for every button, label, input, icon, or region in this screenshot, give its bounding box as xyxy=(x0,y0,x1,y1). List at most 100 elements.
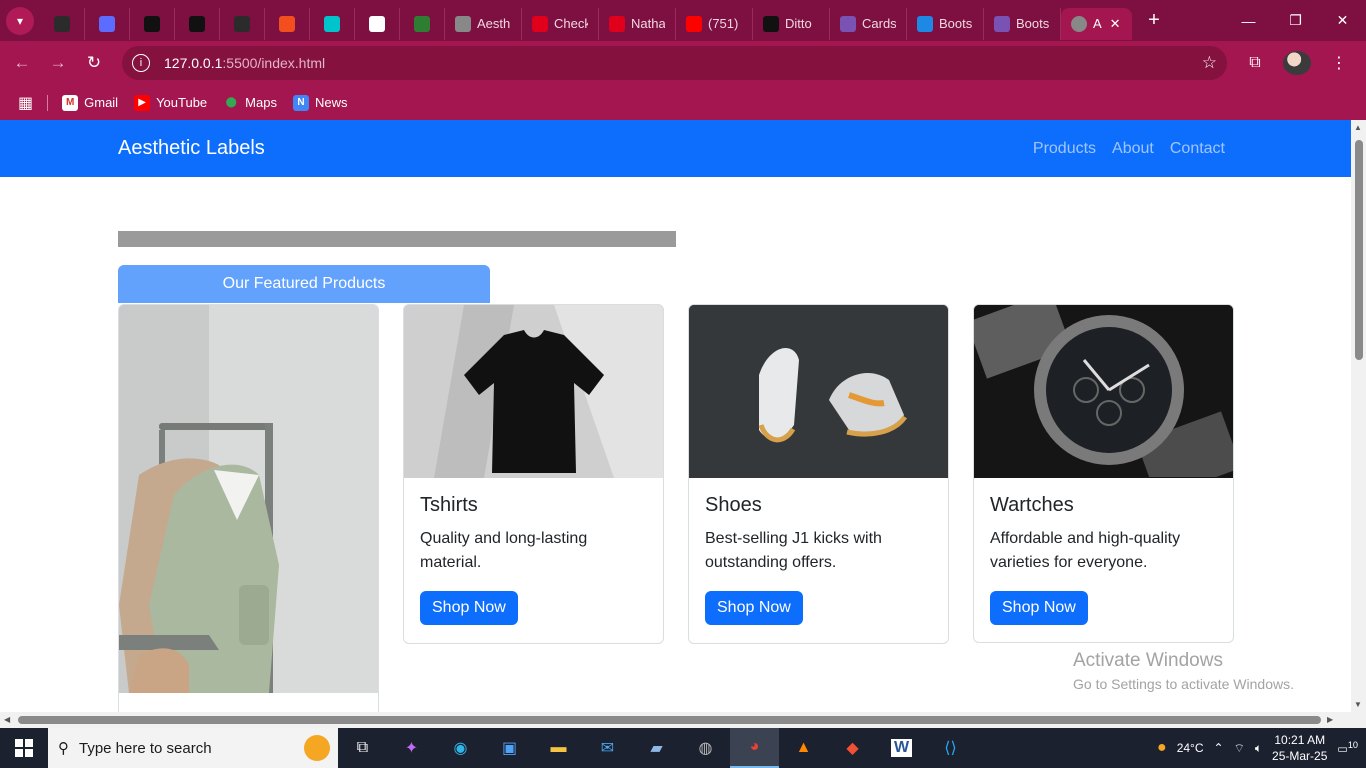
nav-link-about[interactable]: About xyxy=(1112,140,1154,158)
file-explorer-icon[interactable]: ▬ xyxy=(534,728,583,768)
tab-16[interactable]: Boots xyxy=(984,7,1061,40)
clock[interactable]: 10:21 AM 25-Mar-25 xyxy=(1272,732,1327,764)
figma-icon xyxy=(279,15,295,32)
tab-7[interactable] xyxy=(355,7,400,40)
openai-icon xyxy=(189,15,205,32)
extensions-icon[interactable]: ⧉ xyxy=(1241,54,1269,72)
tab-14[interactable]: Cards xyxy=(830,7,907,40)
nav-link-contact[interactable]: Contact xyxy=(1170,140,1225,158)
bookmarks-divider xyxy=(47,94,49,111)
tab-1[interactable] xyxy=(85,7,130,40)
scroll-up-icon[interactable]: ▲ xyxy=(1354,123,1362,132)
site-brand[interactable]: Aesthetic Labels xyxy=(118,137,265,160)
taskbar-search[interactable]: ⚲ Type here to search xyxy=(48,728,338,768)
scroll-right-icon[interactable]: ▶ xyxy=(1327,715,1333,724)
tab-15[interactable]: Boots xyxy=(907,7,984,40)
word-icon[interactable]: W xyxy=(877,728,926,768)
reload-button[interactable]: ↻ xyxy=(76,45,112,81)
webflow-icon xyxy=(414,15,430,32)
play-icon xyxy=(99,15,115,32)
tab-3[interactable] xyxy=(175,7,220,40)
apps-grid-icon[interactable]: ▦ xyxy=(18,93,33,113)
info-icon[interactable]: i xyxy=(132,54,150,72)
tab-2[interactable] xyxy=(130,7,175,40)
app-icon[interactable]: ▰ xyxy=(632,728,681,768)
bookmark-news[interactable]: N News xyxy=(292,94,347,111)
notifications-icon[interactable]: ▭10 xyxy=(1337,740,1358,756)
tab-strip: ▾ Aesth Check Natha (751) Ditto Cards Boots Boo… xyxy=(0,0,1366,41)
task-view-icon[interactable]: ⧉ xyxy=(338,728,387,768)
tab-4[interactable] xyxy=(220,7,265,40)
card-title: Wartches xyxy=(990,494,1074,516)
chrome-icon[interactable]: ◕ xyxy=(730,728,779,768)
nav-link-products[interactable]: Products xyxy=(1033,140,1096,158)
tab-9[interactable]: Aesth xyxy=(445,7,522,40)
bolt-icon xyxy=(917,15,933,32)
tab-13[interactable]: Ditto xyxy=(753,7,830,40)
profile-avatar[interactable] xyxy=(1283,51,1311,75)
bookmark-gmail[interactable]: M Gmail xyxy=(62,94,118,111)
tab-label: Natha xyxy=(631,16,665,31)
url-text[interactable]: 127.0.0.1:5500/index.html xyxy=(164,55,325,71)
maps-icon: ⬤ xyxy=(225,97,237,108)
globe-icon xyxy=(1071,15,1087,32)
youtube-icon xyxy=(686,15,702,32)
tab-label: Boots xyxy=(939,16,973,31)
tab-0[interactable] xyxy=(40,7,85,40)
volume-icon[interactable]: 🔈︎ xyxy=(1255,741,1262,756)
network-icon[interactable]: ⌔ xyxy=(1234,741,1245,756)
start-button[interactable] xyxy=(0,728,48,768)
news-icon: N xyxy=(292,94,309,111)
forward-button[interactable]: → xyxy=(40,45,76,81)
close-icon[interactable]: ✕ xyxy=(1110,16,1121,32)
close-window-button[interactable]: ✕ xyxy=(1319,0,1366,41)
shop-now-button[interactable]: Shop Now xyxy=(990,591,1088,625)
store-icon[interactable]: ▣ xyxy=(485,728,534,768)
kebab-menu-icon[interactable]: ⋮ xyxy=(1325,53,1353,73)
weather-icon[interactable]: ● xyxy=(1157,739,1167,757)
gmail-icon: M xyxy=(62,94,79,111)
tab-11[interactable]: Natha xyxy=(599,7,676,40)
shop-now-button[interactable]: Shop Now xyxy=(420,591,518,625)
horizontal-scroll-thumb[interactable] xyxy=(18,716,1321,724)
new-tab-button[interactable]: + xyxy=(1140,7,1168,35)
git-icon[interactable]: ◆ xyxy=(828,728,877,768)
tab-10[interactable]: Check xyxy=(522,7,599,40)
horizontal-scrollbar[interactable]: ◀ ▶ xyxy=(0,712,1366,728)
restore-button[interactable]: ❐ xyxy=(1272,0,1319,41)
vertical-scrollbar[interactable]: ▲ ▼ xyxy=(1351,120,1366,714)
copilot-icon[interactable]: ✦ xyxy=(387,728,436,768)
vlc-icon[interactable]: ▲ xyxy=(779,728,828,768)
tab-8[interactable] xyxy=(400,7,445,40)
notion-icon xyxy=(369,15,385,32)
minimize-button[interactable]: — xyxy=(1225,0,1272,41)
media-icon[interactable]: ◍ xyxy=(681,728,730,768)
site-navbar: Aesthetic Labels Products About Contact xyxy=(0,120,1351,177)
tab-label: Aesth xyxy=(477,16,511,31)
chevron-up-icon[interactable]: ⌃ xyxy=(1214,741,1224,755)
tab-search-button[interactable]: ▾ xyxy=(6,6,34,35)
back-button[interactable]: ← xyxy=(4,45,40,81)
vscode-icon[interactable]: ⟨⟩ xyxy=(926,728,975,768)
tab-5[interactable] xyxy=(265,7,310,40)
mail-icon[interactable]: ✉ xyxy=(583,728,632,768)
vertical-scroll-thumb[interactable] xyxy=(1355,140,1363,360)
tab-active[interactable]: A ✕ xyxy=(1061,7,1132,40)
shop-now-button[interactable]: Shop Now xyxy=(705,591,803,625)
taskbar-search-placeholder: Type here to search xyxy=(79,739,212,757)
weather-temp[interactable]: 24°C xyxy=(1177,741,1204,755)
tab-12[interactable]: (751) xyxy=(676,7,753,40)
arrow-left-icon: ← xyxy=(13,53,31,72)
tab-6[interactable] xyxy=(310,7,355,40)
address-bar[interactable]: i 127.0.0.1:5500/index.html ☆ xyxy=(122,46,1227,80)
chevron-down-icon: ▾ xyxy=(16,13,24,28)
scroll-left-icon[interactable]: ◀ xyxy=(4,715,10,724)
activate-windows-watermark: Activate Windows Go to Settings to activ… xyxy=(1073,650,1294,692)
ditto-icon xyxy=(763,15,779,32)
bookmark-maps[interactable]: ⬤ Maps xyxy=(223,95,277,111)
search-highlight-icon xyxy=(304,735,330,761)
edge-icon[interactable]: ◉ xyxy=(436,728,485,768)
bookmark-star-icon[interactable]: ☆ xyxy=(1202,53,1217,73)
scroll-down-icon[interactable]: ▼ xyxy=(1354,700,1362,709)
bookmark-youtube[interactable]: ▶ YouTube xyxy=(134,94,207,111)
